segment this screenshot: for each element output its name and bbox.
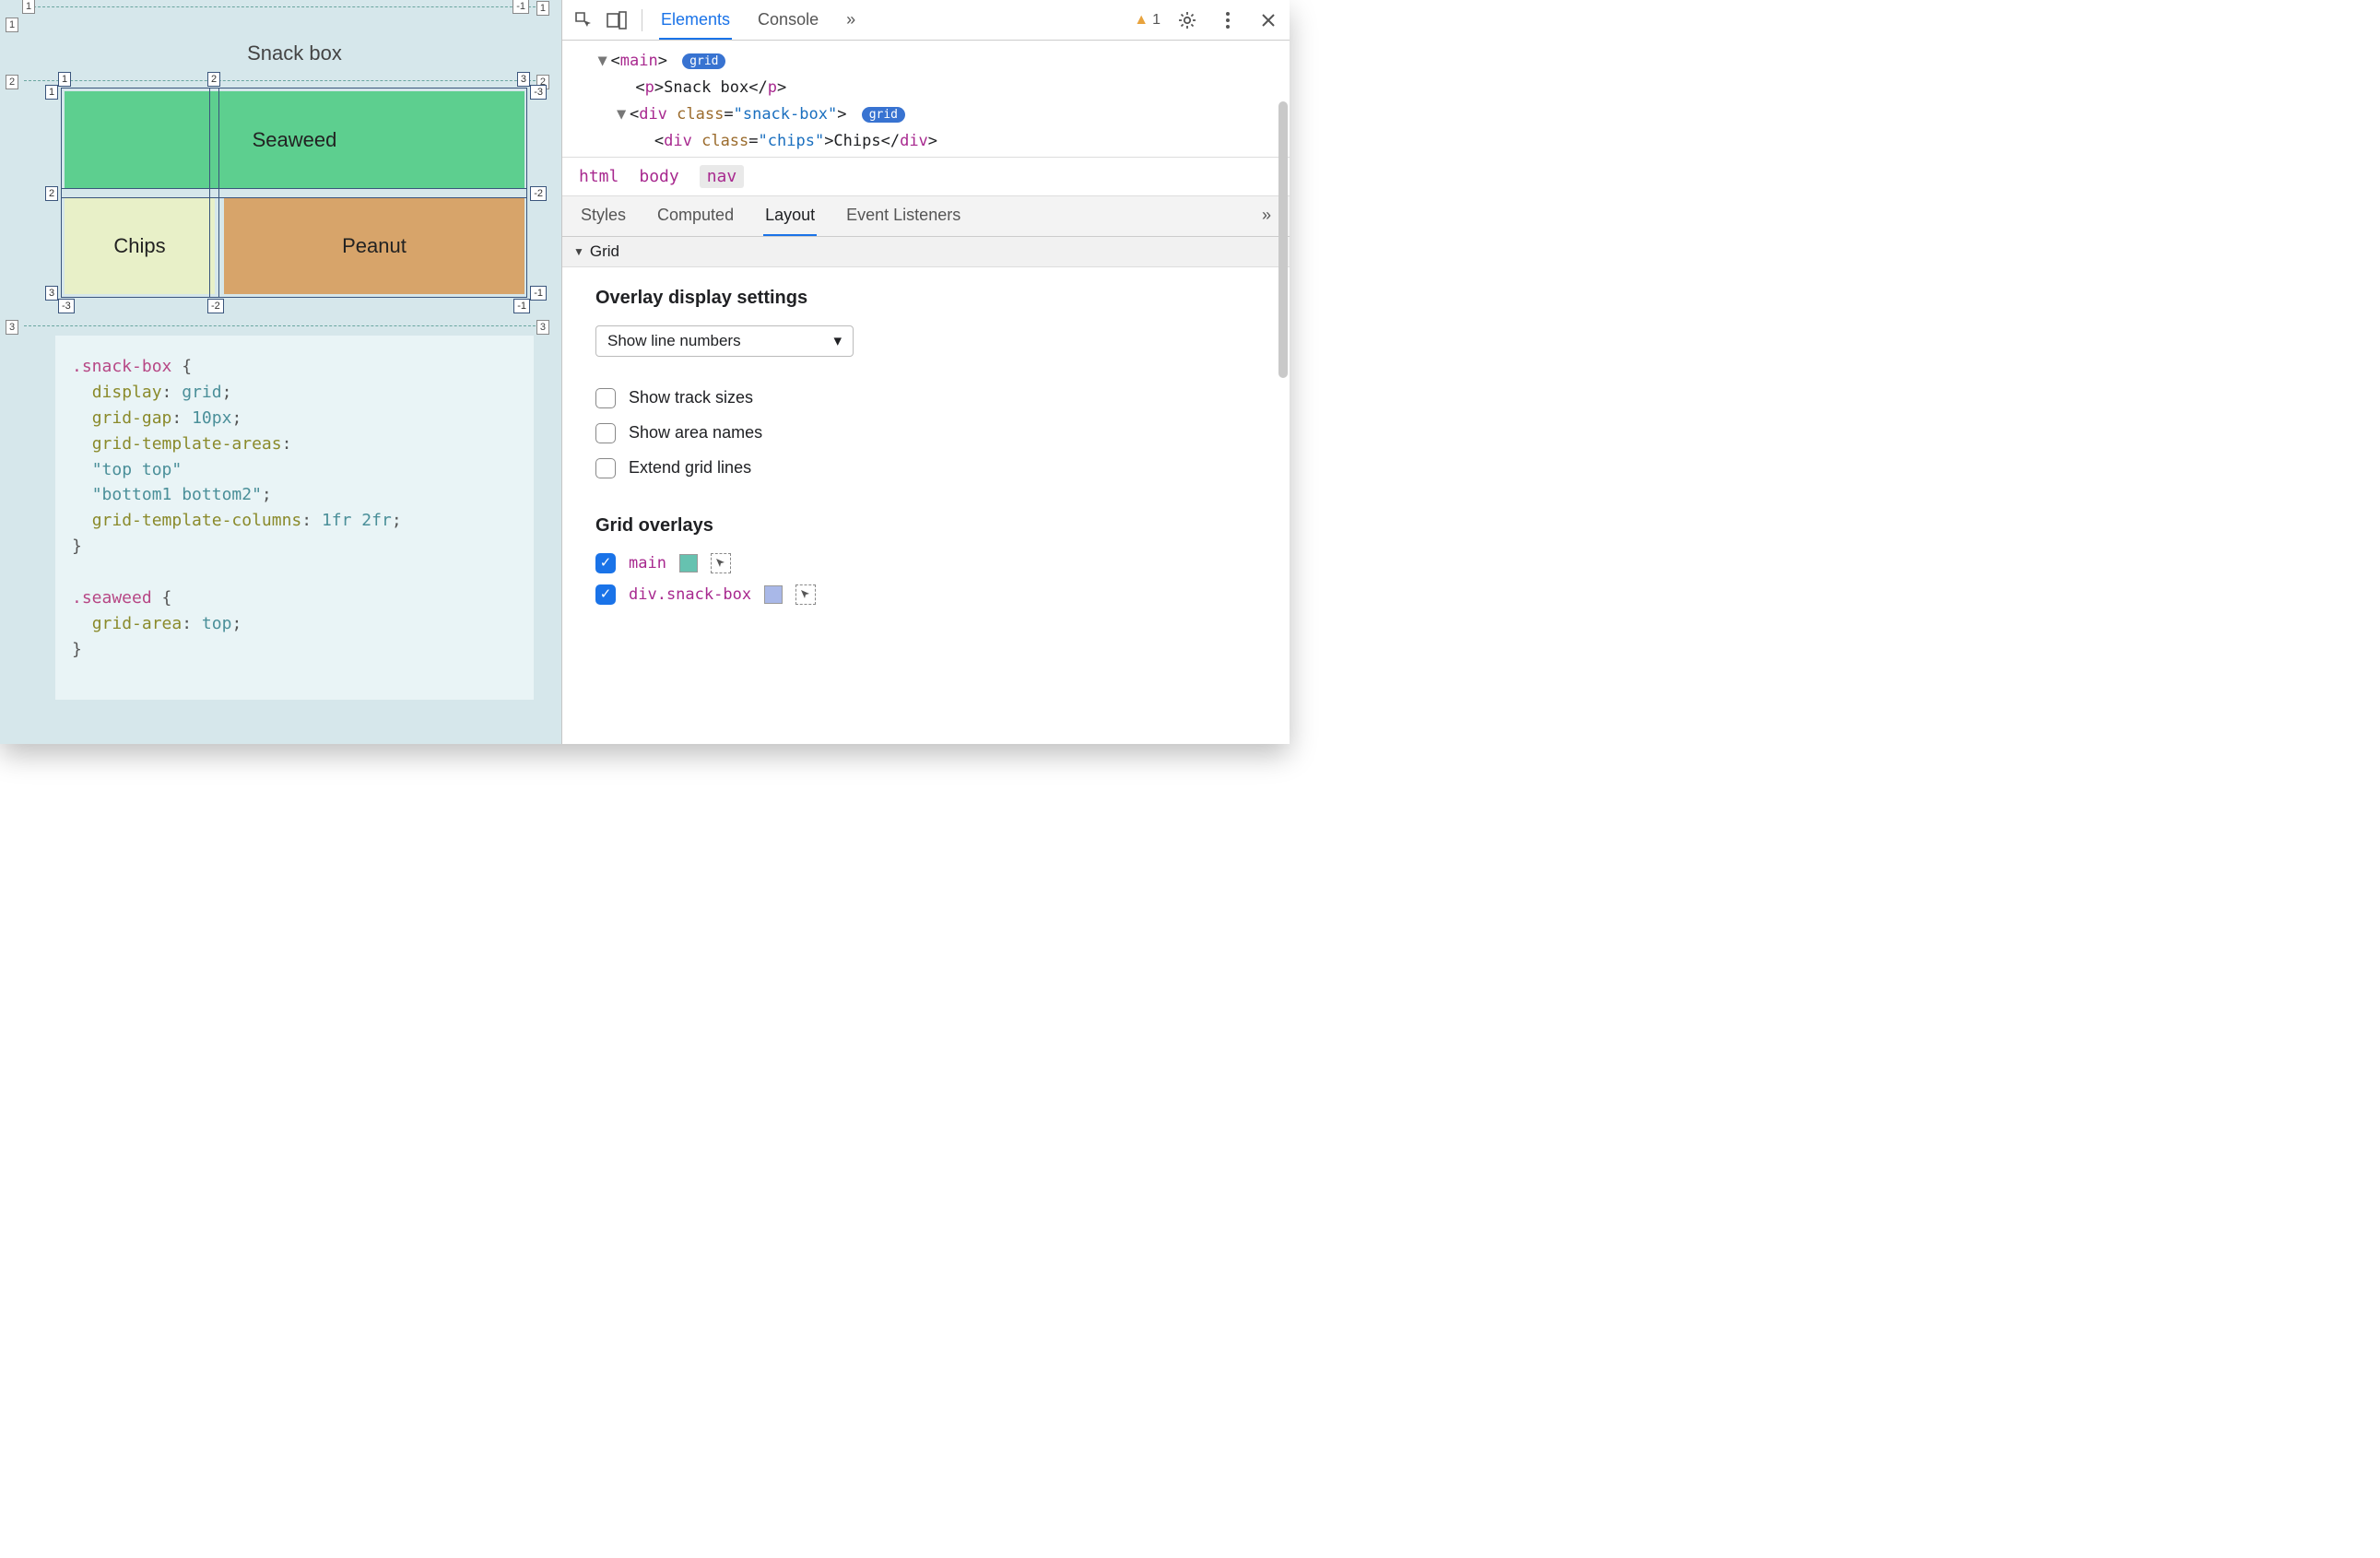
section-grid-label: Grid bbox=[590, 242, 619, 261]
grid-overlay-row: div.snack-box bbox=[595, 584, 1256, 605]
checkbox-label: Extend grid lines bbox=[629, 458, 751, 478]
devtools-panel: Elements Console » ▲ 1 ▼<main> grid <p>S… bbox=[561, 0, 1290, 744]
page-preview: Snack box Seaweed Chips Peanut 1 -1 1 2 … bbox=[0, 0, 561, 744]
dom-tree[interactable]: ▼<main> grid <p>Snack box</p> ▼<div clas… bbox=[562, 41, 1290, 158]
subtab-more[interactable]: » bbox=[1260, 196, 1273, 236]
overlay-display-settings-title: Overlay display settings bbox=[595, 288, 1256, 309]
main-tabs: Elements Console » bbox=[659, 1, 857, 40]
checkbox-label: Show track sizes bbox=[629, 388, 753, 407]
warning-count[interactable]: ▲ 1 bbox=[1134, 12, 1161, 29]
css-code-block: .snack-box { display: grid; grid-gap: 10… bbox=[55, 336, 534, 700]
checkbox[interactable] bbox=[595, 553, 616, 573]
tab-console[interactable]: Console bbox=[756, 1, 820, 40]
section-grid-header[interactable]: ▼ Grid bbox=[562, 237, 1290, 267]
setting-checkbox-row: Show area names bbox=[595, 423, 1256, 443]
devtools-toolbar: Elements Console » ▲ 1 bbox=[562, 0, 1290, 41]
checkbox[interactable] bbox=[595, 584, 616, 605]
setting-checkbox-row: Show track sizes bbox=[595, 388, 1256, 408]
select-value: Show line numbers bbox=[607, 332, 741, 350]
subtab-computed[interactable]: Computed bbox=[655, 196, 736, 236]
device-toggle-icon[interactable] bbox=[603, 6, 630, 34]
layout-body: Overlay display settings Show line numbe… bbox=[562, 267, 1290, 636]
grid-overlay-snack-box: 1 2 3 -3 -2 -1 1 2 3 -3 -2 -1 bbox=[61, 88, 527, 298]
tab-more[interactable]: » bbox=[844, 1, 857, 40]
checkbox-label: Show area names bbox=[629, 423, 762, 443]
chevron-down-icon: ▾ bbox=[833, 332, 842, 350]
subtab-styles[interactable]: Styles bbox=[579, 196, 628, 236]
disclosure-triangle-icon: ▼ bbox=[573, 245, 584, 258]
reveal-element-icon[interactable] bbox=[795, 584, 816, 605]
styles-subtabs: Styles Computed Layout Event Listeners » bbox=[562, 196, 1290, 237]
setting-checkbox-row: Extend grid lines bbox=[595, 458, 1256, 478]
color-swatch[interactable] bbox=[679, 554, 698, 572]
subtab-event-listeners[interactable]: Event Listeners bbox=[844, 196, 962, 236]
crumb-nav[interactable]: nav bbox=[700, 165, 745, 188]
kebab-icon[interactable] bbox=[1214, 6, 1242, 34]
scrollbar-thumb[interactable] bbox=[1278, 101, 1288, 378]
overlay-label[interactable]: main bbox=[629, 554, 666, 572]
breadcrumb: html body nav bbox=[562, 158, 1290, 196]
grid-overlays-title: Grid overlays bbox=[595, 515, 1256, 537]
checkbox[interactable] bbox=[595, 423, 616, 443]
crumb-body[interactable]: body bbox=[639, 167, 678, 186]
color-swatch[interactable] bbox=[764, 585, 783, 604]
crumb-html[interactable]: html bbox=[579, 167, 619, 186]
subtab-layout[interactable]: Layout bbox=[763, 196, 817, 236]
checkbox[interactable] bbox=[595, 388, 616, 408]
tab-elements[interactable]: Elements bbox=[659, 1, 732, 40]
warning-icon: ▲ bbox=[1134, 12, 1149, 29]
inspect-icon[interactable] bbox=[570, 6, 597, 34]
line-numbers-select[interactable]: Show line numbers ▾ bbox=[595, 325, 854, 357]
gear-icon[interactable] bbox=[1173, 6, 1201, 34]
checkbox[interactable] bbox=[595, 458, 616, 478]
scrollbar[interactable] bbox=[1278, 0, 1288, 744]
overlay-label[interactable]: div.snack-box bbox=[629, 585, 751, 604]
grid-overlay-row: main bbox=[595, 553, 1256, 573]
reveal-element-icon[interactable] bbox=[711, 553, 731, 573]
